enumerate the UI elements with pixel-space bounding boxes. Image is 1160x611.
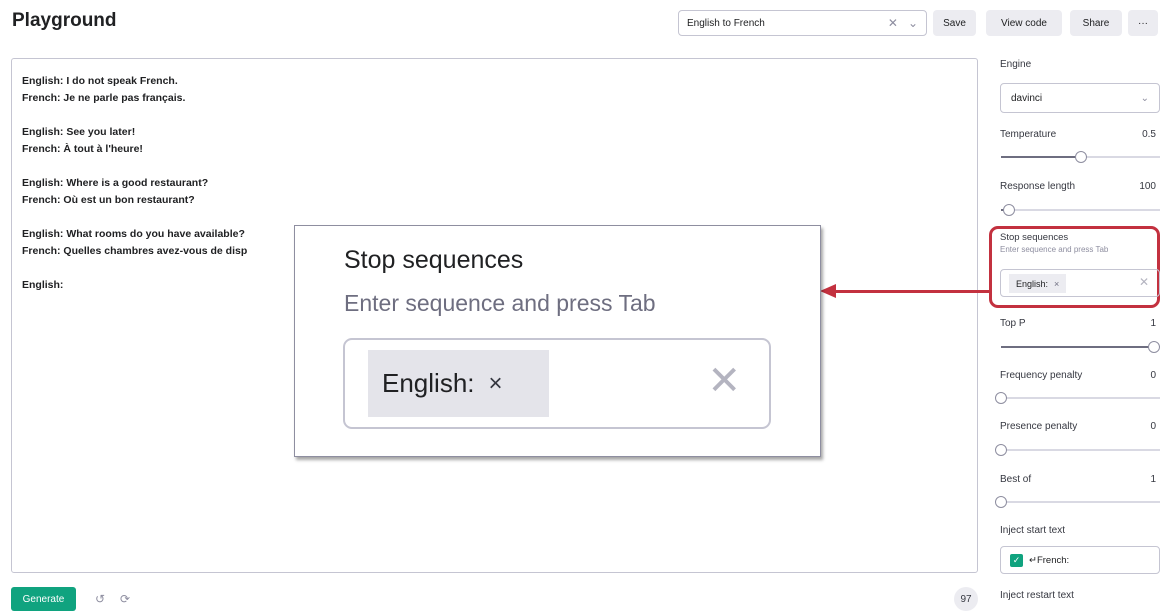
slider-track: [1001, 449, 1160, 451]
slider-thumb[interactable]: [1148, 341, 1160, 353]
inject-start-input[interactable]: ✓ ↵French:: [1000, 546, 1160, 574]
slider-fill: [1001, 156, 1081, 158]
top-p-slider[interactable]: [1001, 341, 1160, 353]
engine-label: Engine: [1000, 59, 1032, 70]
temperature-label: Temperature: [1000, 129, 1057, 140]
presence-penalty-value[interactable]: 0: [1130, 421, 1156, 432]
clear-icon: ✕: [707, 359, 741, 403]
stop-sequence-chip: English: ×: [1009, 274, 1067, 293]
slider-track: [1001, 209, 1160, 211]
editor-line: French: À tout à l'heure!: [22, 143, 143, 155]
editor-line: French: Où est un bon restaurant?: [22, 194, 195, 206]
zoomed-stop-sequences-callout: Stop sequences Enter sequence and press …: [294, 225, 821, 457]
presence-penalty-label: Presence penalty: [1000, 421, 1078, 432]
editor-line: English: I do not speak French.: [22, 75, 178, 87]
stop-sequences-label: Stop sequences: [1000, 232, 1069, 243]
engine-value: davinci: [1011, 92, 1043, 104]
response-length-slider[interactable]: [1001, 204, 1160, 216]
temperature-value[interactable]: 0.5: [1130, 129, 1156, 140]
stop-sequences-input[interactable]: English: × ✕: [1000, 269, 1160, 297]
annotation-arrow-head: [820, 284, 836, 298]
editor-blank-line: [22, 158, 967, 175]
undo-icon[interactable]: ↺: [88, 587, 112, 611]
clear-icon[interactable]: ✕: [1139, 275, 1149, 289]
slider-thumb[interactable]: [1002, 204, 1015, 216]
slider-thumb[interactable]: [1074, 151, 1087, 163]
frequency-penalty-label: Frequency penalty: [1000, 370, 1083, 381]
annotation-arrow-line: [834, 290, 989, 293]
chip-label: English:: [1016, 278, 1049, 289]
editor-blank-line: [22, 107, 967, 124]
page-title: Playground: [12, 10, 117, 31]
regenerate-icon[interactable]: ⟳: [113, 587, 137, 611]
editor-line: French: Je ne parle pas français.: [22, 92, 186, 104]
frequency-penalty-value[interactable]: 0: [1130, 370, 1156, 381]
slider-thumb[interactable]: [995, 496, 1007, 508]
slider-track: [1001, 501, 1160, 503]
engine-select[interactable]: davinci ⌄: [1000, 83, 1160, 113]
frequency-penalty-slider[interactable]: [995, 392, 1160, 404]
generate-button[interactable]: Generate: [11, 587, 76, 611]
top-p-label: Top P: [1000, 318, 1026, 329]
best-of-slider[interactable]: [995, 496, 1160, 508]
more-options-button[interactable]: ···: [1128, 10, 1158, 36]
presence-penalty-slider[interactable]: [995, 444, 1160, 456]
slider-fill: [1001, 346, 1154, 348]
slider-thumb[interactable]: [995, 444, 1007, 456]
chevron-down-icon[interactable]: ⌄: [908, 16, 918, 30]
zoom-chip-label: English:: [382, 368, 475, 398]
zoom-chip: English: ×: [368, 350, 549, 417]
chip-remove-icon[interactable]: ×: [1054, 279, 1059, 289]
inject-start-label: Inject start text: [1000, 525, 1066, 536]
clear-icon[interactable]: ✕: [888, 16, 898, 30]
editor-line: English: See you later!: [22, 126, 136, 138]
preset-select[interactable]: English to French ✕ ⌄: [678, 10, 927, 36]
response-length-label: Response length: [1000, 181, 1076, 192]
slider-track: [1001, 397, 1160, 399]
stop-sequences-hint: Enter sequence and press Tab: [1000, 245, 1109, 254]
response-length-value[interactable]: 100: [1126, 181, 1156, 192]
checkbox-checked-icon[interactable]: ✓: [1010, 553, 1023, 567]
best-of-label: Best of: [1000, 474, 1032, 485]
top-p-value[interactable]: 1: [1130, 318, 1156, 329]
zoom-title: Stop sequences: [344, 246, 524, 274]
chip-remove-icon: ×: [488, 369, 503, 397]
temperature-slider[interactable]: [1001, 151, 1160, 163]
editor-line: English: Where is a good restaurant?: [22, 177, 209, 189]
editor-blank-line: [22, 209, 967, 226]
preset-value: English to French: [687, 17, 765, 29]
save-button[interactable]: Save: [933, 10, 976, 36]
inject-start-value: ↵French:: [1029, 554, 1070, 566]
zoom-stop-sequences-input: English: × ✕: [343, 338, 771, 429]
best-of-value[interactable]: 1: [1130, 474, 1156, 485]
chevron-down-icon: ⌄: [1140, 92, 1149, 104]
zoom-hint: Enter sequence and press Tab: [344, 290, 656, 316]
inject-restart-label: Inject restart text: [1000, 590, 1074, 601]
view-code-button[interactable]: View code: [986, 10, 1062, 36]
slider-thumb[interactable]: [995, 392, 1007, 404]
share-button[interactable]: Share: [1070, 10, 1122, 36]
token-count-badge: 97: [954, 587, 978, 611]
